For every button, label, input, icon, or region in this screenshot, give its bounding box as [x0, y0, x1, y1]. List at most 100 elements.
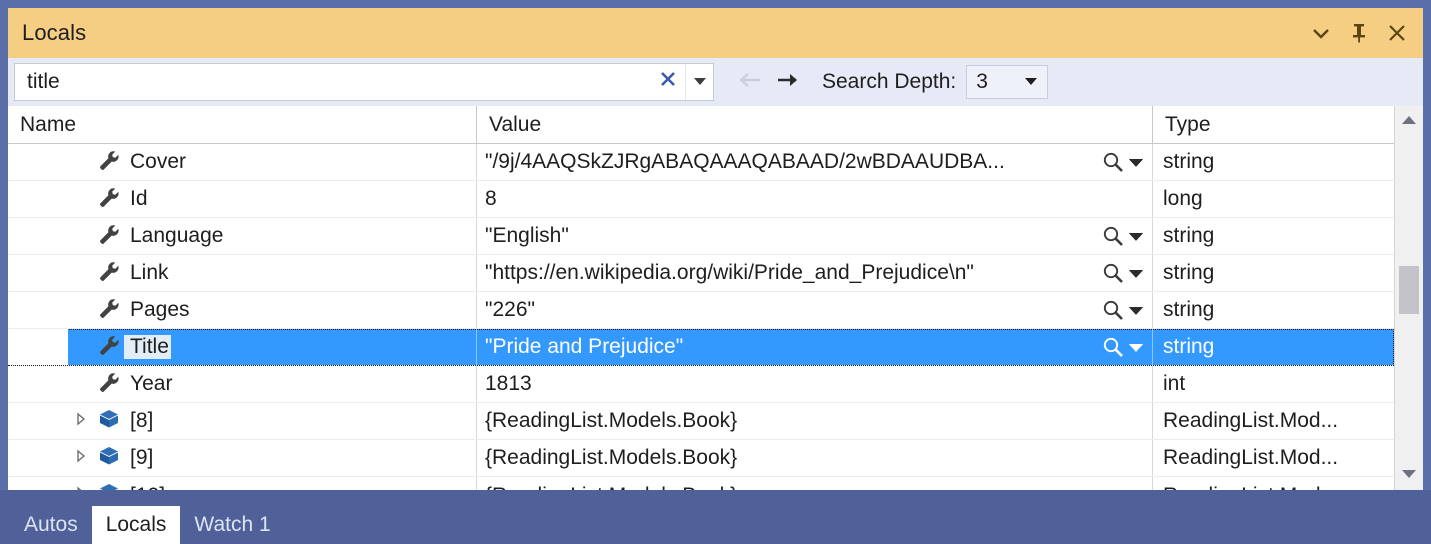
close-icon — [1387, 23, 1407, 43]
cell-name[interactable]: Cover — [8, 144, 476, 180]
cell-name[interactable]: Year — [8, 366, 476, 402]
value-visualizer-button[interactable] — [1102, 299, 1124, 321]
scrollbar-thumb[interactable] — [1399, 266, 1419, 314]
cell-value[interactable]: "/9j/4AAQSkZJRgABAQAAAQABAAD/2wBDAAUDBA.… — [476, 144, 1152, 180]
search-depth-select[interactable]: 3 — [966, 65, 1049, 99]
arrow-left-icon — [736, 70, 762, 95]
cell-name[interactable]: Title — [8, 329, 476, 365]
cell-type[interactable]: long — [1152, 181, 1394, 217]
member-icon-slot — [94, 292, 124, 328]
member-icon-slot — [94, 181, 124, 217]
table-row[interactable]: [9] {ReadingList.Models.Book} ReadingList.… — [8, 440, 1394, 477]
cell-type[interactable]: ReadingList.Mod... — [1152, 403, 1394, 439]
debug-tool-tabs: Autos Locals Watch 1 — [0, 490, 1431, 544]
value-tools — [1102, 336, 1152, 358]
window-frame-right — [1423, 0, 1431, 490]
clear-search-button[interactable] — [651, 64, 685, 100]
value-visualizer-button[interactable] — [1102, 262, 1124, 284]
cell-name[interactable]: Id — [8, 181, 476, 217]
table-row[interactable]: Link "https://en.wikipedia.org/wiki/Pride… — [8, 255, 1394, 292]
cell-value[interactable]: {ReadingList.Models.Book} — [476, 440, 1152, 476]
column-header-value-label: Value — [489, 112, 542, 136]
search-input[interactable] — [15, 64, 651, 100]
search-next-button[interactable] — [776, 69, 802, 95]
column-header-value[interactable]: Value — [476, 106, 1152, 143]
cell-type[interactable]: int — [1152, 366, 1394, 402]
cell-value[interactable]: "Pride and Prejudice" — [476, 329, 1152, 365]
table-row[interactable]: Pages "226" string — [8, 292, 1394, 329]
pin-button[interactable] — [1341, 13, 1377, 53]
cell-name[interactable]: Pages — [8, 292, 476, 328]
expander-toggle[interactable] — [68, 403, 94, 439]
tab-locals[interactable]: Locals — [91, 506, 181, 544]
value-visualizer-dropdown[interactable] — [1128, 157, 1144, 167]
value-visualizer-dropdown[interactable] — [1128, 268, 1144, 278]
variable-value: "/9j/4AAQSkZJRgABAQAAAQABAAD/2wBDAAUDBA.… — [485, 150, 1005, 173]
column-header-name[interactable]: Name — [8, 106, 476, 143]
value-visualizer-button[interactable] — [1102, 151, 1124, 173]
table-row[interactable]: Id 8 long — [8, 181, 1394, 218]
cell-type[interactable]: string — [1152, 329, 1394, 365]
search-options-dropdown[interactable] — [685, 64, 713, 100]
cell-name[interactable]: [10] — [8, 477, 476, 490]
table-row[interactable]: Language "English" string — [8, 218, 1394, 255]
class-cube-icon — [98, 446, 120, 471]
close-button[interactable] — [1379, 13, 1415, 53]
vertical-scrollbar[interactable] — [1395, 106, 1423, 490]
search-prev-button[interactable] — [736, 69, 762, 95]
variable-name: Title — [124, 335, 171, 359]
value-visualizer-dropdown[interactable] — [1128, 231, 1144, 241]
window-frame-top — [0, 0, 1431, 8]
scrollbar-track[interactable] — [1395, 136, 1423, 460]
search-box[interactable] — [14, 63, 714, 101]
cell-value[interactable]: 8 — [476, 181, 1152, 217]
variable-value: 8 — [485, 187, 497, 210]
cell-name[interactable]: [9] — [8, 440, 476, 476]
cell-type[interactable]: string — [1152, 218, 1394, 254]
table-row[interactable]: Title "Pride and Prejudice" string — [8, 329, 1394, 366]
variable-name: [9] — [130, 446, 154, 469]
cell-value[interactable]: 1813 — [476, 366, 1152, 402]
member-icon-slot — [94, 403, 124, 439]
search-depth-value: 3 — [976, 70, 988, 93]
value-tools — [1102, 262, 1152, 284]
cell-name[interactable]: [8] — [8, 403, 476, 439]
scroll-up-button[interactable] — [1395, 106, 1423, 136]
cell-value[interactable]: {ReadingList.Models.Book} — [476, 477, 1152, 490]
column-header-name-label: Name — [20, 112, 77, 136]
expander-toggle[interactable] — [68, 477, 94, 490]
expander-toggle — [68, 144, 94, 180]
scroll-down-button[interactable] — [1395, 460, 1423, 490]
cell-value[interactable]: "English" — [476, 218, 1152, 254]
variables-grid: Name Value Type Cover "/9j/4AAQSkZJRgABAQ… — [8, 106, 1395, 490]
value-visualizer-button[interactable] — [1102, 336, 1124, 358]
table-row[interactable]: Cover "/9j/4AAQSkZJRgABAQAAAQABAAD/2wBDAA… — [8, 144, 1394, 181]
cell-type[interactable]: string — [1152, 255, 1394, 291]
cell-type[interactable]: string — [1152, 144, 1394, 180]
expander-toggle[interactable] — [68, 440, 94, 476]
table-row[interactable]: [10]{ReadingList.Models.Book}ReadingList… — [8, 477, 1394, 490]
table-row[interactable]: Year 1813 int — [8, 366, 1394, 403]
value-visualizer-button[interactable] — [1102, 225, 1124, 247]
cell-type[interactable]: ReadingList.Mod... — [1152, 440, 1394, 476]
chevron-down-icon — [1312, 27, 1330, 39]
window-dropdown-button[interactable] — [1303, 13, 1339, 53]
tab-watch-1[interactable]: Watch 1 — [180, 506, 284, 544]
table-row[interactable]: [8] {ReadingList.Models.Book} ReadingList.… — [8, 403, 1394, 440]
cell-value[interactable]: "226" — [476, 292, 1152, 328]
variable-type: ReadingList.Mod... — [1163, 446, 1339, 469]
triangle-up-icon — [1401, 112, 1417, 130]
cell-name[interactable]: Language — [8, 218, 476, 254]
column-header-type[interactable]: Type — [1152, 106, 1394, 143]
value-visualizer-dropdown[interactable] — [1128, 305, 1144, 315]
cell-value[interactable]: "https://en.wikipedia.org/wiki/Pride_and… — [476, 255, 1152, 291]
value-visualizer-dropdown[interactable] — [1128, 342, 1144, 352]
cell-name[interactable]: Link — [8, 255, 476, 291]
cell-type[interactable]: string — [1152, 292, 1394, 328]
tab-autos[interactable]: Autos — [10, 506, 92, 544]
wrench-icon — [98, 297, 120, 324]
cell-value[interactable]: {ReadingList.Models.Book} — [476, 403, 1152, 439]
cell-type[interactable]: ReadingList.Mod... — [1152, 477, 1394, 490]
